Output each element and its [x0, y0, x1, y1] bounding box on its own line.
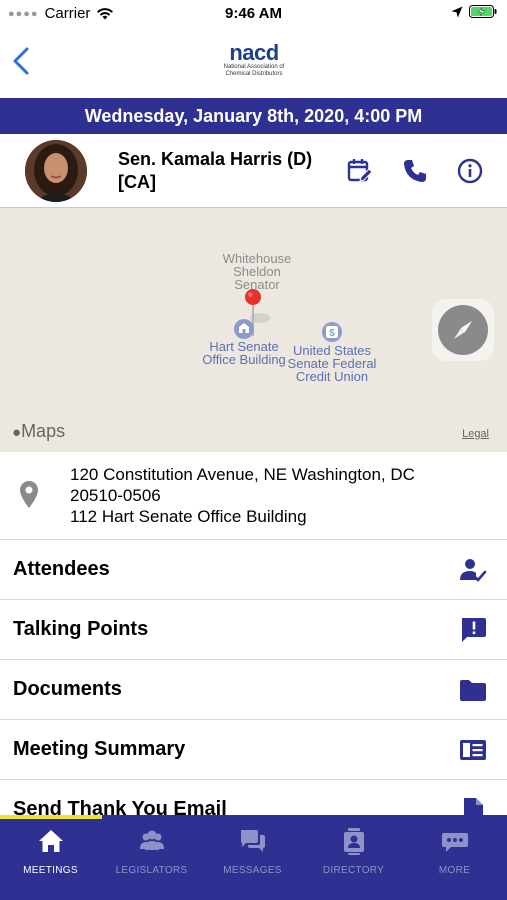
menu-item-talking-points[interactable]: Talking Points: [0, 600, 507, 660]
menu-item-label: Talking Points: [13, 618, 149, 640]
tab-legislators[interactable]: LEGISLATORS: [101, 815, 202, 900]
address-line-1: 120 Constitution Avenue, NE Washington, …: [70, 465, 415, 484]
tab-label: MEETINGS: [23, 865, 78, 876]
map-marker-icon: [20, 481, 38, 508]
info-icon[interactable]: [457, 158, 483, 184]
tab-label: LEGISLATORS: [115, 865, 188, 876]
legislator-avatar: [25, 140, 87, 202]
menu-item-meeting-summary[interactable]: Meeting Summary: [0, 720, 507, 780]
map-label-whitehouse: Whitehouse Sheldon Senator: [222, 251, 292, 292]
summary-icon: [460, 740, 486, 760]
logo-subtitle: National Association of Chemical Distrib…: [223, 64, 285, 77]
menu-item-label: Attendees: [13, 558, 110, 580]
logo-word: nacd: [229, 40, 279, 65]
bank-poi-icon: $: [322, 322, 342, 342]
tab-directory[interactable]: DIRECTORY: [303, 815, 404, 900]
phone-icon[interactable]: [402, 158, 428, 184]
tab-more[interactable]: MORE: [404, 815, 505, 900]
address-section[interactable]: 120 Constitution Avenue, NE Washington, …: [0, 452, 507, 540]
nav-header: nacd National Association of Chemical Di…: [0, 28, 507, 98]
status-time: 9:46 AM: [225, 5, 282, 22]
address-line-3: 112 Hart Senate Office Building: [70, 507, 307, 526]
tab-label: MESSAGES: [223, 865, 282, 876]
folder-icon: [460, 680, 486, 701]
map-label-hart: Hart Senate Office Building: [202, 339, 286, 367]
people-icon: [140, 830, 164, 850]
chat-icon: [241, 830, 265, 852]
apple-icon: ●: [12, 424, 22, 441]
address-line-2: 20510-0506: [70, 486, 161, 505]
legislator-header: Sen. Kamala Harris (D) [CA]: [0, 134, 507, 208]
svg-text:$: $: [329, 328, 335, 339]
nacd-logo: nacd National Association of Chemical Di…: [219, 42, 289, 86]
menu-item-attendees[interactable]: Attendees: [0, 540, 507, 600]
maps-brand: ●Maps: [12, 421, 65, 442]
tab-bar: MEETINGS LEGISLATORS MESSAGES DIRECTORY: [0, 815, 507, 900]
maps-brand-label: Maps: [21, 421, 66, 441]
attendees-icon: [460, 559, 487, 582]
map-label-credit-union: United States Senate Federal Credit Unio…: [287, 343, 377, 384]
compass-icon: [438, 305, 488, 355]
tab-meetings[interactable]: MEETINGS: [0, 815, 101, 900]
menu-item-label: Documents: [13, 678, 122, 700]
legal-link[interactable]: Legal: [462, 428, 489, 440]
talking-points-icon: [462, 618, 486, 642]
legislator-actions: [347, 158, 483, 184]
calendar-edit-icon[interactable]: [347, 158, 373, 184]
menu-item-documents[interactable]: Documents: [0, 660, 507, 720]
building-poi-icon: [234, 319, 254, 339]
location-map[interactable]: Whitehouse Sheldon Senator Hart Senate O…: [0, 208, 507, 452]
tab-messages[interactable]: MESSAGES: [202, 815, 303, 900]
meeting-menu: Attendees Talking Points Documents Meeti…: [0, 540, 507, 840]
status-bar: ●●●● Carrier 9:46 AM: [0, 0, 507, 28]
contact-card-icon: [344, 828, 364, 855]
menu-item-label: Meeting Summary: [13, 738, 186, 760]
more-icon: [442, 833, 468, 852]
status-right: [451, 5, 497, 18]
back-button[interactable]: [10, 46, 34, 76]
compass-button[interactable]: [432, 299, 494, 361]
location-arrow-icon: [451, 6, 463, 17]
home-icon: [39, 830, 63, 852]
address-text: 120 Constitution Avenue, NE Washington, …: [70, 464, 490, 527]
tab-label: DIRECTORY: [322, 865, 385, 876]
legislator-name: Sen. Kamala Harris (D) [CA]: [118, 149, 313, 192]
meeting-date-banner: Wednesday, January 8th, 2020, 4:00 PM: [0, 98, 507, 134]
tab-label: MORE: [438, 865, 471, 876]
battery-icon: [469, 5, 497, 18]
